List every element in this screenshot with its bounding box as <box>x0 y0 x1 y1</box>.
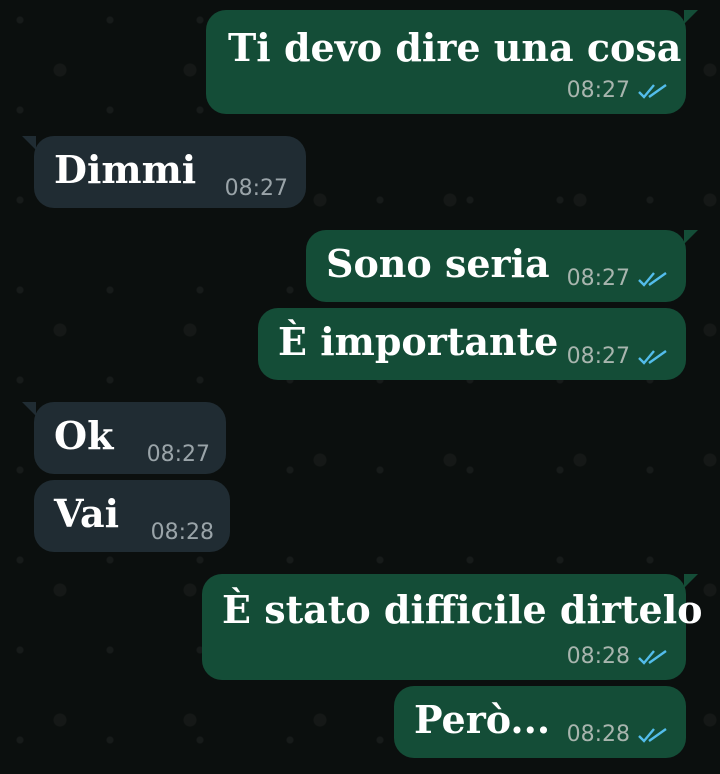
message-time: 08:27 <box>566 266 630 291</box>
message-bubble-outgoing[interactable]: Però... 08:28 <box>394 686 686 758</box>
message-bubble-outgoing[interactable]: Sono seria 08:27 <box>306 230 698 302</box>
double-check-icon <box>638 649 667 665</box>
message-meta: 08:28 <box>567 722 668 747</box>
message-bubble-incoming[interactable]: Vai 08:28 <box>34 480 230 552</box>
message-time: 08:27 <box>566 344 630 369</box>
message-text: Ok <box>54 413 114 458</box>
message-time: 08:28 <box>566 644 630 669</box>
message-meta: 08:27 <box>567 344 668 369</box>
message-text: È importante <box>278 319 559 364</box>
message-text: Però... <box>414 697 551 742</box>
message-time: 08:27 <box>146 442 210 467</box>
message-meta: 08:27 <box>147 442 210 467</box>
message-bubble-outgoing[interactable]: È stato difficile dirtelo 08:28 <box>202 574 702 680</box>
message-time: 08:28 <box>150 520 214 545</box>
message-text: È stato difficile dirtelo <box>222 587 703 632</box>
message-bubble-incoming[interactable]: Ok 08:27 <box>22 402 226 474</box>
message-bubble-outgoing[interactable]: È importante 08:27 <box>258 308 686 380</box>
message-meta: 08:27 <box>225 176 288 201</box>
message-text: Ti devo dire una cosa <box>228 25 682 70</box>
message-text: Vai <box>54 491 120 536</box>
message-meta: 08:28 <box>567 644 668 669</box>
double-check-icon <box>638 83 667 99</box>
message-bubble-outgoing[interactable]: Ti devo dire una cosa 08:27 <box>206 10 698 114</box>
message-time: 08:28 <box>566 722 630 747</box>
message-meta: 08:27 <box>567 266 668 291</box>
message-text: Dimmi <box>54 147 197 192</box>
double-check-icon <box>638 349 667 365</box>
double-check-icon <box>638 727 667 743</box>
message-meta: 08:27 <box>567 78 668 103</box>
double-check-icon <box>638 271 667 287</box>
message-time: 08:27 <box>224 176 288 201</box>
message-time: 08:27 <box>566 78 630 103</box>
message-text: Sono seria <box>326 241 550 286</box>
message-bubble-incoming[interactable]: Dimmi 08:27 <box>22 136 306 208</box>
message-meta: 08:28 <box>151 520 214 545</box>
